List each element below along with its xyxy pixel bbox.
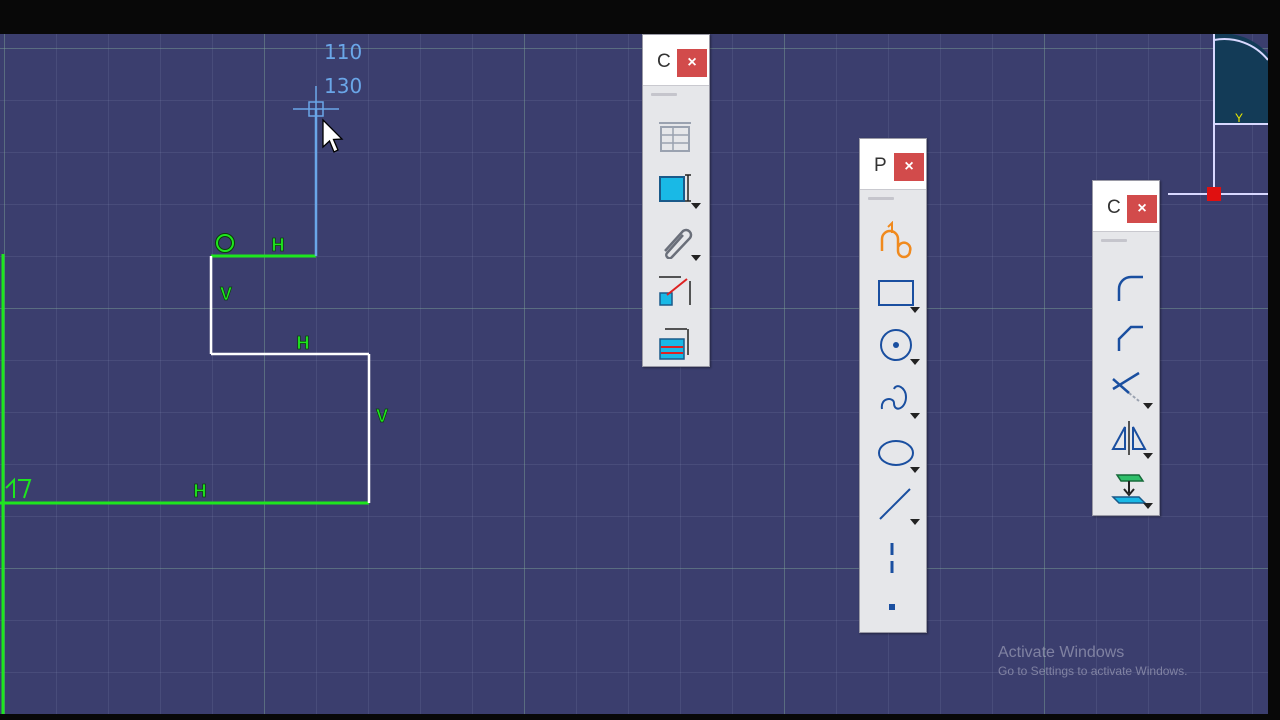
project-3d-elements-button[interactable] [1105,467,1153,509]
spline-button[interactable] [872,377,920,419]
dropdown-arrow-icon[interactable] [691,255,701,261]
dropdown-arrow-icon[interactable] [910,307,920,313]
cursor-readout-h: 110 [324,40,363,64]
constraint-grid-icon [659,122,691,152]
constraint-h-bottom: H [194,481,207,501]
axis-icon [890,543,894,573]
coincidence-constraint-icon [215,233,235,253]
chamfer-icon [1117,325,1143,351]
mouse-pointer-icon [322,118,344,153]
dropdown-arrow-icon[interactable] [910,359,920,365]
mirror-icon [1111,421,1147,455]
profile-toolbar: P × [859,138,927,633]
constraint-h-top: H [272,235,285,255]
axis-button[interactable] [872,537,916,579]
auto-constraint-button[interactable] [653,219,701,261]
mirror-button[interactable] [1105,417,1153,459]
axis-label-y: Y [1235,111,1243,125]
constraint-dialog-button[interactable] [653,167,701,209]
close-button[interactable]: × [677,49,707,77]
line-button[interactable] [872,483,920,525]
constraint-toolbar-header[interactable]: C × [643,35,709,86]
operation-toolbar-header[interactable]: C × [1093,181,1159,232]
operation-toolbar: C × [1092,180,1160,516]
dropdown-arrow-icon[interactable] [910,519,920,525]
toolbar-title: C [1107,197,1121,218]
animate-constraint-button[interactable] [653,271,697,313]
constraint-v-left: V [220,284,232,304]
toolbar-grip[interactable] [1101,239,1127,242]
constraint-dialog-icon [659,174,691,202]
profile-icon [880,221,912,259]
dropdown-arrow-icon[interactable] [1143,403,1153,409]
ellipse-button[interactable] [872,431,920,473]
close-button[interactable]: × [1127,195,1157,223]
dropdown-arrow-icon[interactable] [691,203,701,209]
toolbar-title: P [874,155,887,176]
corner-icon [1117,275,1143,301]
edit-multi-constraint-button[interactable] [653,321,697,363]
point-icon [889,604,895,610]
edit-multi-constraint-icon [659,328,689,360]
dropdown-arrow-icon[interactable] [910,413,920,419]
fix-constraint-icon [5,477,32,499]
constraint-grid-button[interactable] [653,117,697,159]
cursor-readout-v: 130 [324,74,363,98]
watermark-title: Activate Windows [998,644,1125,661]
constraint-toolbar: C × [642,34,710,367]
toolbar-grip[interactable] [868,197,894,200]
circle-icon [880,329,912,361]
sketch-viewport[interactable]: H V H V H Y 110 130 C × P × C × Activate… [0,34,1268,714]
profile-button[interactable] [872,219,916,261]
toolbar-grip[interactable] [651,93,677,96]
chamfer-button[interactable] [1105,317,1149,359]
close-button[interactable]: × [894,153,924,181]
trim-button[interactable] [1105,367,1153,409]
toolbar-title: C [657,51,671,72]
ellipse-icon [878,440,914,466]
line-icon [879,488,911,520]
project-3d-elements-icon [1111,474,1147,504]
auto-constraint-paperclip-icon [664,228,693,259]
rectangle-button[interactable] [872,271,920,313]
circle-button[interactable] [872,323,920,365]
activate-windows-watermark: Activate Windows Go to Settings to activ… [998,644,1187,678]
profile-toolbar-header[interactable]: P × [860,139,926,190]
rectangle-icon [878,280,914,306]
sketch-canvas[interactable]: H V H V H Y [0,34,1268,714]
dropdown-arrow-icon[interactable] [1143,503,1153,509]
origin-point-icon[interactable] [1207,187,1221,201]
dropdown-arrow-icon[interactable] [1143,453,1153,459]
trim-icon [1112,371,1140,402]
sketch-absolute-axis: Y [1168,34,1268,201]
constraint-h-middle: H [297,333,310,353]
watermark-subtitle: Go to Settings to activate Windows. [998,664,1188,678]
animate-constraint-icon [659,276,691,306]
constraint-v-right: V [376,406,388,426]
spline-icon [880,385,908,410]
dropdown-arrow-icon[interactable] [910,467,920,473]
corner-button[interactable] [1105,267,1149,309]
point-button[interactable] [872,585,916,627]
